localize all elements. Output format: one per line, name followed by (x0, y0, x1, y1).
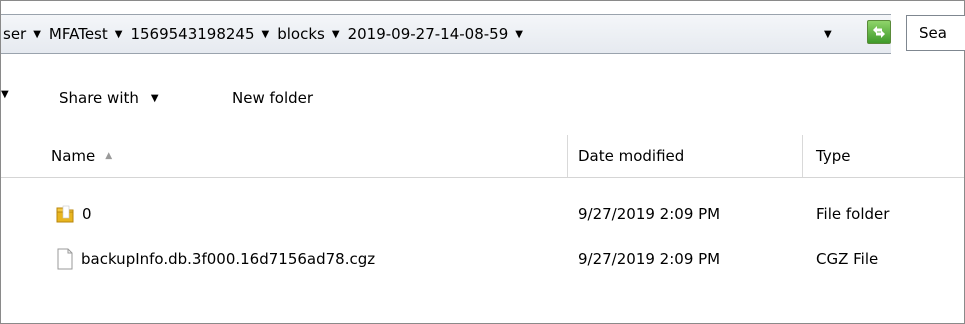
new-folder-button[interactable]: New folder (232, 89, 313, 107)
chevron-down-icon[interactable]: ▼ (262, 29, 270, 40)
file-name-cell[interactable]: backupInfo.db.3f000.16d7156ad78.cgz (57, 242, 375, 276)
chevron-down-icon: ▼ (1, 89, 9, 100)
breadcrumb-label: 2019-09-27-14-08-59 (347, 25, 509, 43)
column-type-label: Type (816, 147, 851, 165)
refresh-button[interactable] (867, 20, 891, 44)
type-cell: File folder (816, 197, 889, 231)
share-with-button[interactable]: Share with ▼ (59, 89, 159, 107)
share-with-label: Share with (59, 89, 139, 107)
column-divider[interactable] (567, 135, 568, 177)
breadcrumb-label: MFATest (48, 25, 108, 43)
sort-ascending-icon: ▲ (105, 151, 113, 161)
breadcrumb-label: 1569543198245 (130, 25, 255, 43)
chevron-down-icon: ▼ (150, 92, 159, 104)
type-cell: CGZ File (816, 242, 878, 276)
column-header-date[interactable]: Date modified (578, 135, 684, 177)
file-type: File folder (816, 205, 890, 223)
search-input[interactable]: Sea (906, 15, 965, 51)
address-dropdown-icon[interactable]: ▼ (824, 29, 832, 40)
file-type: CGZ File (816, 250, 879, 268)
list-item[interactable]: backupInfo.db.3f000.16d7156ad78.cgz 9/27… (1, 242, 964, 276)
breadcrumb-item[interactable]: 1569543198245 ▼ (130, 25, 277, 43)
breadcrumb-item[interactable]: blocks ▼ (277, 25, 347, 43)
column-header-row: Name ▲ Date modified Type (1, 135, 964, 178)
breadcrumb: ser ▼ MFATest ▼ 1569543198245 ▼ blocks ▼… (1, 25, 531, 43)
folder-icon (56, 204, 74, 224)
column-header-name[interactable]: Name ▲ (51, 135, 112, 177)
column-header-type[interactable]: Type (816, 135, 850, 177)
refresh-icon (873, 26, 885, 38)
chevron-down-icon[interactable]: ▼ (33, 29, 41, 40)
date-modified: 9/27/2019 2:09 PM (578, 205, 721, 223)
breadcrumb-label: blocks (277, 25, 325, 43)
list-item[interactable]: 0 9/27/2019 2:09 PM File folder (1, 197, 964, 231)
new-folder-label: New folder (232, 89, 314, 107)
column-name-label: Name (51, 147, 96, 165)
chevron-down-icon[interactable]: ▼ (515, 29, 523, 40)
file-name-cell[interactable]: 0 (56, 197, 92, 231)
breadcrumb-label: ser (3, 25, 27, 43)
file-name: backupInfo.db.3f000.16d7156ad78.cgz (81, 250, 376, 268)
chevron-down-icon[interactable]: ▼ (115, 29, 123, 40)
breadcrumb-item[interactable]: ser ▼ (3, 25, 49, 43)
column-date-label: Date modified (578, 147, 685, 165)
organize-dropdown-arrow[interactable]: ▼ (1, 89, 9, 100)
address-bar[interactable]: ser ▼ MFATest ▼ 1569543198245 ▼ blocks ▼… (1, 14, 891, 54)
breadcrumb-item[interactable]: 2019-09-27-14-08-59 ▼ (348, 25, 531, 43)
breadcrumb-item[interactable]: MFATest ▼ (49, 25, 131, 43)
command-bar: ▼ Share with ▼ New folder (1, 79, 964, 123)
date-modified: 9/27/2019 2:09 PM (578, 250, 721, 268)
explorer-window: ser ▼ MFATest ▼ 1569543198245 ▼ blocks ▼… (0, 0, 965, 324)
date-modified-cell: 9/27/2019 2:09 PM (578, 242, 720, 276)
chevron-down-icon[interactable]: ▼ (332, 29, 340, 40)
search-text: Sea (919, 24, 947, 42)
column-divider[interactable] (802, 135, 803, 177)
file-icon (57, 248, 73, 270)
file-name: 0 (82, 205, 92, 223)
date-modified-cell: 9/27/2019 2:09 PM (578, 197, 720, 231)
